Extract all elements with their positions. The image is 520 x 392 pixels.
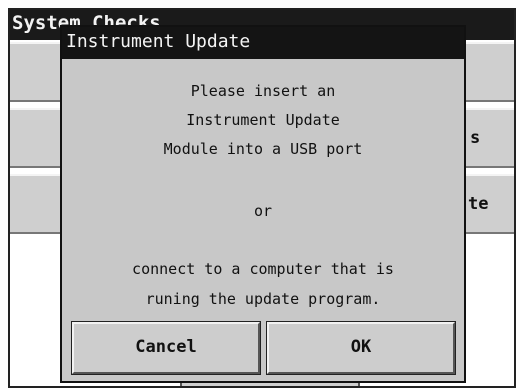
dialog-message-or: or bbox=[253, 202, 273, 220]
dialog-titlebar: Instrument Update bbox=[62, 27, 464, 59]
cancel-button[interactable]: Cancel bbox=[71, 321, 261, 375]
dialog-message-line-5: connect to a computer that is bbox=[132, 260, 394, 278]
option-button-2-right-label: s bbox=[470, 128, 481, 148]
option-button-3-right-label: te bbox=[468, 194, 489, 214]
ok-button[interactable]: OK bbox=[266, 321, 456, 375]
instrument-update-dialog: Instrument Update Please insert an Instr… bbox=[60, 25, 466, 383]
dialog-message-line-1: Please insert an bbox=[190, 82, 336, 100]
dialog-message-line-2: Instrument Update bbox=[186, 111, 340, 129]
dialog-title: Instrument Update bbox=[66, 31, 251, 52]
dialog-message-line-3: Module into a USB port bbox=[163, 140, 363, 158]
dialog-message-line-6: runing the update program. bbox=[145, 290, 381, 308]
